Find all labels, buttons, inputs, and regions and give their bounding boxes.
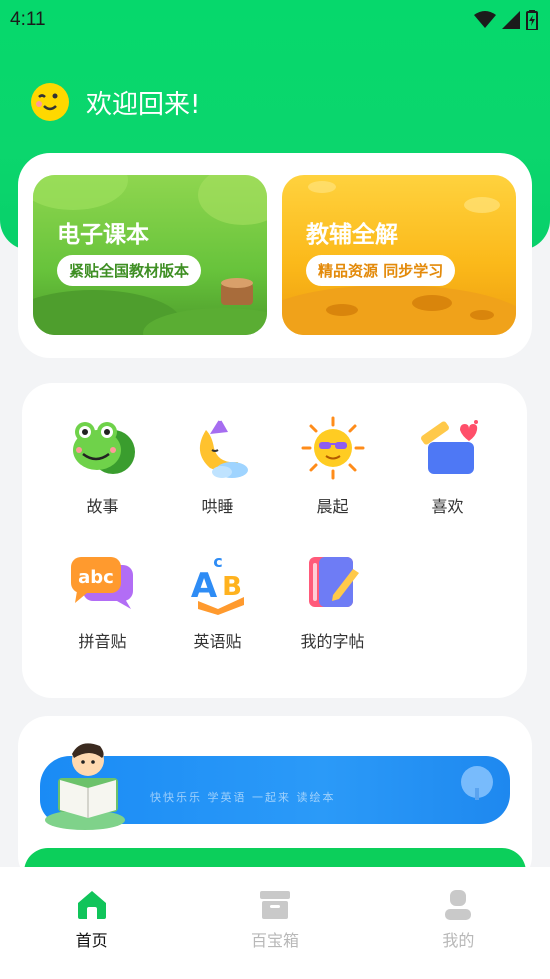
book-cards-container: 电子课本 紧贴全国教材版本 教辅全解 精品资源 同步学习 [18,153,532,358]
ebook-subtitle: 紧贴全国教材版本 [57,255,202,286]
grid-label-english: 英语贴 [193,632,242,651]
promo-banner-card: 快快乐乐 学英语 一起来 读绘本 [18,716,532,886]
banner-text: 快快乐乐 学英语 一起来 读绘本 [150,791,336,804]
status-icons [474,10,538,30]
grid-item-english[interactable]: A B c 英语贴 [160,548,275,652]
user-icon [445,890,472,920]
grid-item-favorite[interactable]: 喜欢 [390,413,505,517]
nav-item-profile[interactable]: 我的 [367,867,550,979]
nav-label-home: 首页 [75,931,108,950]
copybook-icon [308,557,359,607]
svg-text:c: c [213,552,222,571]
ebook-card[interactable]: 电子课本 紧贴全国教材版本 [33,175,267,335]
grid-item-pinyin[interactable]: abc 拼音贴 [45,548,160,652]
sun-icon [301,416,364,480]
grid-item-copybook[interactable]: 我的字帖 [275,548,390,652]
battery-icon [526,10,538,30]
study-guide-subtitle: 精品资源 同步学习 [306,255,456,286]
nav-label-profile: 我的 [442,931,475,950]
study-guide-card[interactable]: 教辅全解 精品资源 同步学习 [282,175,516,335]
welcome-text: 欢迎回来! [86,89,201,120]
signal-icon [502,11,520,29]
nav-label-toolbox: 百宝箱 [250,931,299,950]
grid-label-favorite: 喜欢 [431,497,464,516]
bottom-navigation: 首页 百宝箱 我的 [0,867,550,979]
grid-item-morning[interactable]: 晨起 [275,413,390,517]
svg-text:A: A [190,566,217,606]
home-icon [77,891,106,919]
grid-label-sleep: 哄睡 [201,497,234,516]
ab-book-icon: A B c [190,552,244,615]
svg-text:abc: abc [78,567,114,588]
moon-icon [199,416,248,478]
wifi-icon [474,11,496,28]
smiley-avatar-icon [31,83,69,121]
welcome-row: 欢迎回来! [30,82,200,122]
grid-label-pinyin: 拼音贴 [78,632,127,651]
grid-label-story: 故事 [86,497,119,516]
abc-bubble-icon: abc [70,557,133,609]
grid-item-story[interactable]: 故事 [45,413,160,517]
grid-item-sleep[interactable]: 哄睡 [160,413,275,517]
frog-icon [72,422,135,474]
favorite-box-icon [420,420,478,474]
grid-label-morning: 晨起 [316,497,349,516]
box-icon [259,891,290,919]
nav-item-toolbox[interactable]: 百宝箱 [183,867,366,979]
status-bar: 4:11 [0,0,550,40]
nav-item-home[interactable]: 首页 [0,867,183,979]
study-guide-title: 教辅全解 [306,222,398,248]
grid-label-copybook: 我的字帖 [300,632,365,651]
tree-decor-icon [461,766,493,800]
reading-boy-icon [45,743,125,830]
ebook-title: 电子课本 [57,222,149,248]
status-time: 4:11 [10,9,46,30]
svg-text:B: B [222,572,242,602]
feature-grid: 故事 哄睡 晨起 喜欢 abc 拼音贴 A B c 英语贴 我的字帖 [22,383,527,698]
